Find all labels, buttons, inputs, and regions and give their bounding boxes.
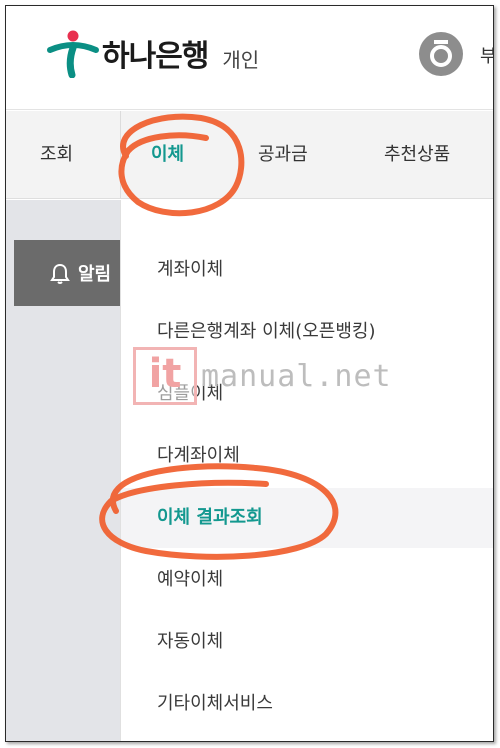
menu-item-multi-account-transfer[interactable]: 다계좌이체 [157,438,240,474]
alarm-button[interactable]: 알림 [14,240,120,306]
watermark-text: manual.net [201,358,392,394]
bank-logo[interactable]: 하나은행 개인 [46,28,260,79]
brand-name: 하나은행 [102,39,209,74]
header: 하나은행 개인 부 [6,6,493,110]
menu-item-transfer-result-inquiry[interactable]: 이체 결과조회 [157,500,263,536]
tab-recommended-products[interactable]: 추천상품 [384,111,450,199]
hana-logo-icon [46,28,100,79]
tab-utility-bills[interactable]: 공과금 [258,111,308,199]
alarm-label: 알림 [78,264,112,285]
menu-item-other-transfer-services[interactable]: 기타이체서비스 [157,686,273,722]
watermark-logo: it [133,347,197,405]
user-profile-icon[interactable] [419,32,463,76]
menu-item-auto-transfer[interactable]: 자동이체 [157,624,223,660]
menu-item-open-banking-transfer[interactable]: 다른은행계좌 이체(오픈뱅킹) [157,314,376,350]
transfer-submenu: 계좌이체 다른은행계좌 이체(오픈뱅킹) 심플이체 다계좌이체 이체 결과조회 … [120,200,493,741]
tab-inquiry[interactable]: 조회 [40,111,73,199]
watermark: it manual.net [133,346,392,406]
bell-icon [50,263,70,284]
menu-item-account-transfer[interactable]: 계좌이체 [157,252,223,288]
tab-transfer[interactable]: 이체 [151,111,184,199]
tab-divider [120,111,121,199]
brand-subtitle: 개인 [222,47,260,72]
header-trailing-text: 부 [480,42,493,64]
menu-item-scheduled-transfer[interactable]: 예약이체 [157,562,223,598]
main-tab-bar: 조회 이체 공과금 추천상품 [6,111,493,199]
left-sidebar: 알림 [6,200,120,741]
screenshot-frame: 하나은행 개인 부 조회 이체 공과금 추천상품 알림 계좌이체 [5,5,494,742]
